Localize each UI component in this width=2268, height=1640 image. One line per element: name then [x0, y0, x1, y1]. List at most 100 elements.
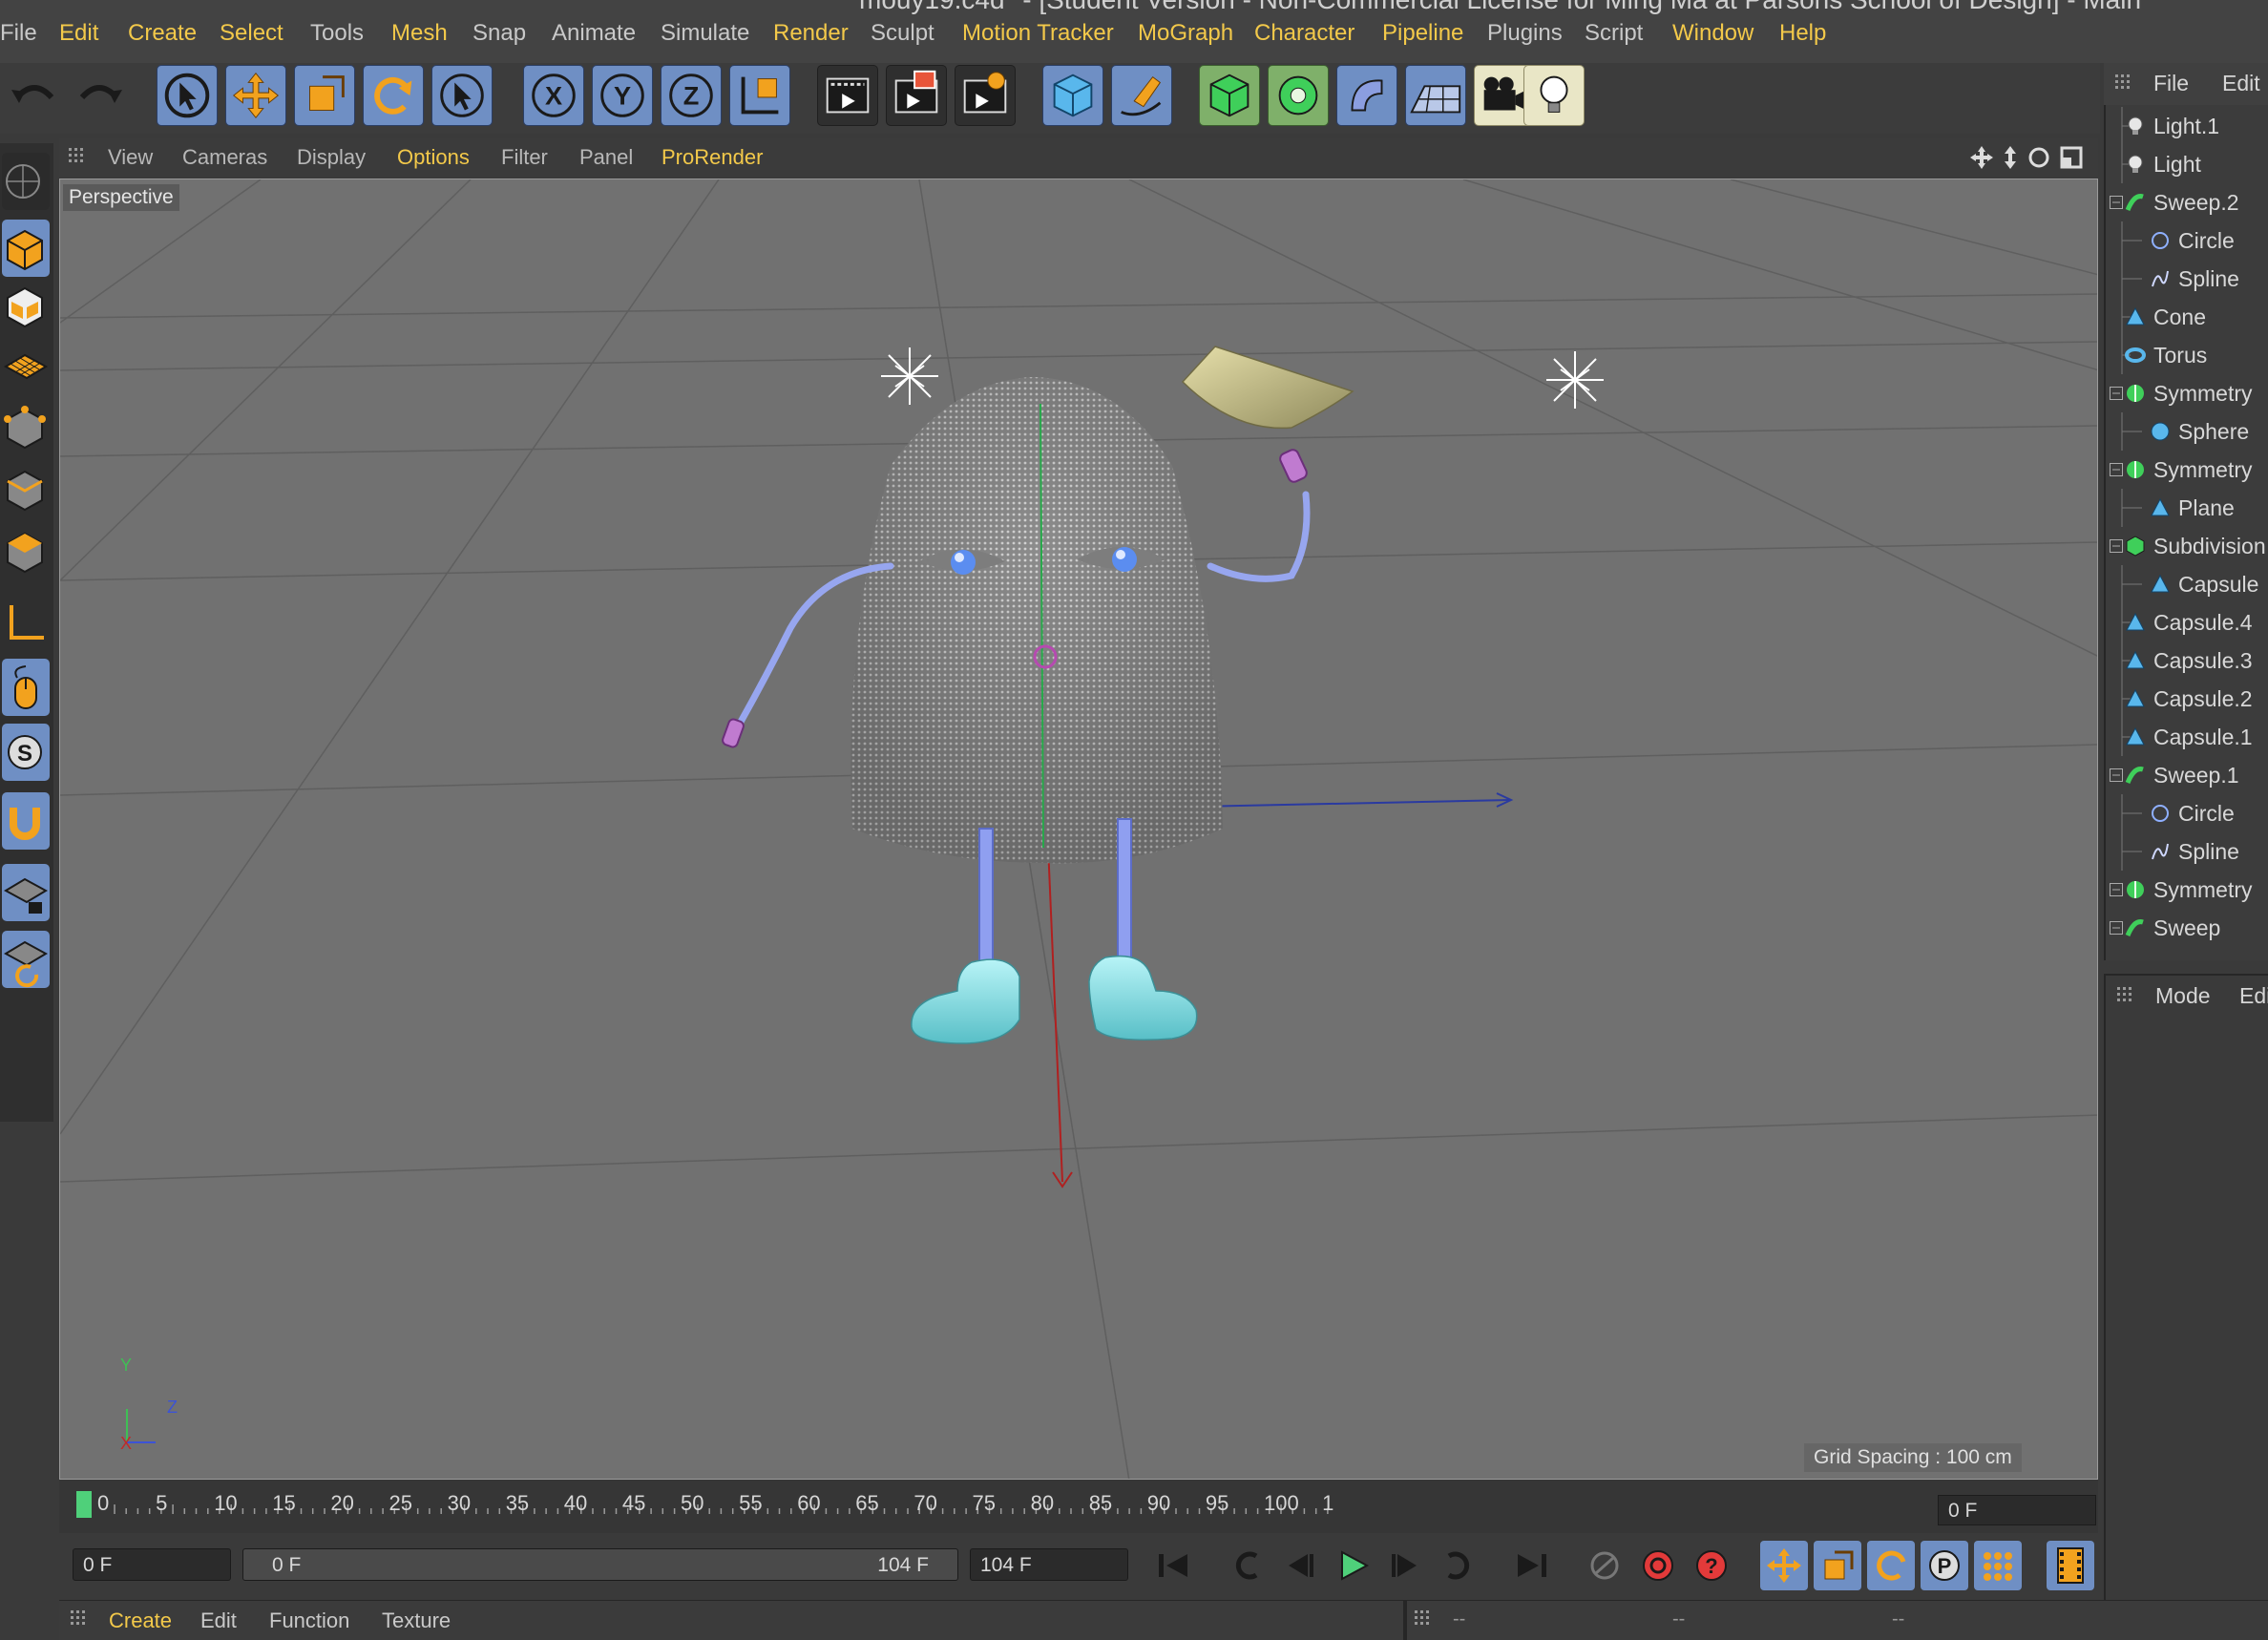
expand-toggle-icon[interactable] [2110, 463, 2123, 476]
key-position-icon[interactable] [1760, 1541, 1808, 1590]
object-row-sweep-1[interactable]: Sweep.1 [2104, 756, 2268, 794]
next-frame-icon[interactable] [1382, 1541, 1430, 1590]
polygons-mode-icon[interactable] [2, 520, 50, 578]
object-row-symmetry[interactable]: Symmetry [2104, 451, 2268, 489]
left-shoe[interactable] [911, 958, 1020, 1044]
viewport-menu-prorender[interactable]: ProRender [662, 144, 763, 171]
tweak-mode-icon[interactable] [2, 659, 50, 716]
object-row-light-1[interactable]: Light.1 [2104, 107, 2268, 145]
floor-environment-icon[interactable] [1405, 65, 1466, 126]
object-row-light[interactable]: Light [2104, 145, 2268, 183]
menu-character[interactable]: Character [1254, 18, 1354, 49]
object-manager-edit-menu[interactable]: Edit [2222, 71, 2260, 96]
character-body[interactable] [850, 377, 1223, 864]
menu-mograph[interactable]: MoGraph [1138, 18, 1233, 49]
left-leg[interactable] [978, 828, 994, 963]
rotate-icon[interactable] [363, 65, 424, 126]
key-scale-icon[interactable] [1814, 1541, 1861, 1590]
material-menu-create[interactable]: Create [109, 1608, 172, 1634]
object-row-capsule-4[interactable]: Capsule.4 [2104, 603, 2268, 641]
viewport-perspective[interactable]: Y Z X [59, 179, 2098, 1480]
next-key-icon[interactable] [1436, 1541, 1483, 1590]
current-frame-field[interactable]: 0 F [1938, 1495, 2096, 1525]
preview-start-field[interactable]: 0 F [73, 1548, 231, 1581]
render-picture-viewer-icon[interactable] [886, 65, 947, 126]
render-settings-icon[interactable] [955, 65, 1016, 126]
recent-tool-icon[interactable] [431, 65, 493, 126]
object-row-plane[interactable]: Plane [2104, 489, 2268, 527]
edges-mode-icon[interactable] [2, 458, 50, 515]
right-hand[interactable] [1278, 448, 1309, 483]
left-hand[interactable] [722, 718, 746, 748]
previous-frame-icon[interactable] [1275, 1541, 1323, 1590]
points-mode-icon[interactable] [2, 396, 50, 453]
menu-create[interactable]: Create [128, 18, 197, 49]
object-row-subdivision-surface[interactable]: Subdivision Surface [2104, 527, 2268, 565]
cloner-icon[interactable] [1268, 65, 1329, 126]
object-row-circle[interactable]: Circle [2104, 221, 2268, 260]
menu-mesh[interactable]: Mesh [391, 18, 448, 49]
motion-path-icon[interactable] [1581, 1541, 1628, 1590]
key-point-level-icon[interactable] [1974, 1541, 2022, 1590]
object-row-symmetry[interactable]: Symmetry [2104, 374, 2268, 412]
previous-key-icon[interactable] [1222, 1541, 1270, 1590]
object-row-spline[interactable]: Spline [2104, 260, 2268, 298]
viewport-menu-panel[interactable]: Panel [579, 144, 633, 171]
object-row-circle[interactable]: Circle [2104, 794, 2268, 832]
preview-range-slider[interactable]: 0 F 104 F [242, 1548, 958, 1581]
expand-toggle-icon[interactable] [2110, 387, 2123, 400]
material-menu-function[interactable]: Function [269, 1608, 349, 1634]
pen-spline-icon[interactable] [1111, 65, 1172, 126]
object-row-cone[interactable]: Cone [2104, 298, 2268, 336]
expand-toggle-icon[interactable] [2110, 883, 2123, 896]
move-icon[interactable] [225, 65, 286, 126]
right-arm[interactable] [1207, 491, 1311, 582]
menu-script[interactable]: Script [1585, 18, 1643, 49]
object-row-symmetry[interactable]: Symmetry [2104, 871, 2268, 909]
object-manager-file-menu[interactable]: File [2153, 71, 2189, 96]
record-keys-icon[interactable] [1634, 1541, 1682, 1590]
expand-toggle-icon[interactable] [2110, 768, 2123, 782]
attribute-mode-menu[interactable]: Mode [2155, 983, 2211, 1009]
timeline-ruler[interactable] [59, 1480, 2098, 1533]
viewport-menu-options[interactable]: Options [397, 144, 470, 171]
menu-snap[interactable]: Snap [472, 18, 526, 49]
object-row-capsule-3[interactable]: Capsule.3 [2104, 641, 2268, 680]
light-icon[interactable] [1523, 65, 1585, 126]
right-leg[interactable] [1117, 818, 1132, 963]
menu-simulate[interactable]: Simulate [661, 18, 749, 49]
menu-file[interactable]: File [0, 18, 37, 49]
menu-sculpt[interactable]: Sculpt [871, 18, 934, 49]
play-icon[interactable] [1329, 1541, 1376, 1590]
object-row-capsule-2[interactable]: Capsule.2 [2104, 680, 2268, 718]
undo-icon[interactable] [4, 65, 65, 126]
viewport-navigation-icons[interactable] [1968, 144, 2092, 171]
key-rotation-icon[interactable] [1867, 1541, 1915, 1590]
preview-end-field[interactable]: 104 F [970, 1548, 1128, 1581]
y-axis-lock-icon[interactable]: Y [592, 65, 653, 126]
object-row-torus[interactable]: Torus [2104, 336, 2268, 374]
workplane-rotate-icon[interactable] [2, 931, 50, 988]
workplane-lock-icon[interactable] [2, 864, 50, 921]
menu-edit[interactable]: Edit [59, 18, 98, 49]
workplane-mode-icon[interactable] [2, 334, 50, 391]
viewport-menu-display[interactable]: Display [297, 144, 366, 171]
cube-primitive-icon[interactable] [1042, 65, 1103, 126]
menu-motion-tracker[interactable]: Motion Tracker [962, 18, 1114, 49]
autokeying-icon[interactable]: ? [1688, 1541, 1735, 1590]
axis-mode-icon[interactable] [2, 592, 50, 649]
scale-icon[interactable] [294, 65, 355, 126]
subdivision-surface-icon[interactable] [1199, 65, 1260, 126]
viewport-menu-view[interactable]: View [108, 144, 153, 171]
model-mode-icon[interactable] [2, 153, 50, 210]
world-coordinate-icon[interactable] [729, 65, 790, 126]
light-1-gizmo[interactable] [881, 347, 938, 405]
object-row-spline[interactable]: Spline [2104, 832, 2268, 871]
object-row-sweep-2[interactable]: Sweep.2 [2104, 183, 2268, 221]
right-shoe[interactable] [1088, 955, 1198, 1041]
deformer-icon[interactable] [1336, 65, 1397, 126]
live-selection-icon[interactable] [157, 65, 218, 126]
menu-pipeline[interactable]: Pipeline [1382, 18, 1463, 49]
go-to-end-icon[interactable] [1508, 1541, 1556, 1590]
redo-icon[interactable] [69, 65, 130, 126]
